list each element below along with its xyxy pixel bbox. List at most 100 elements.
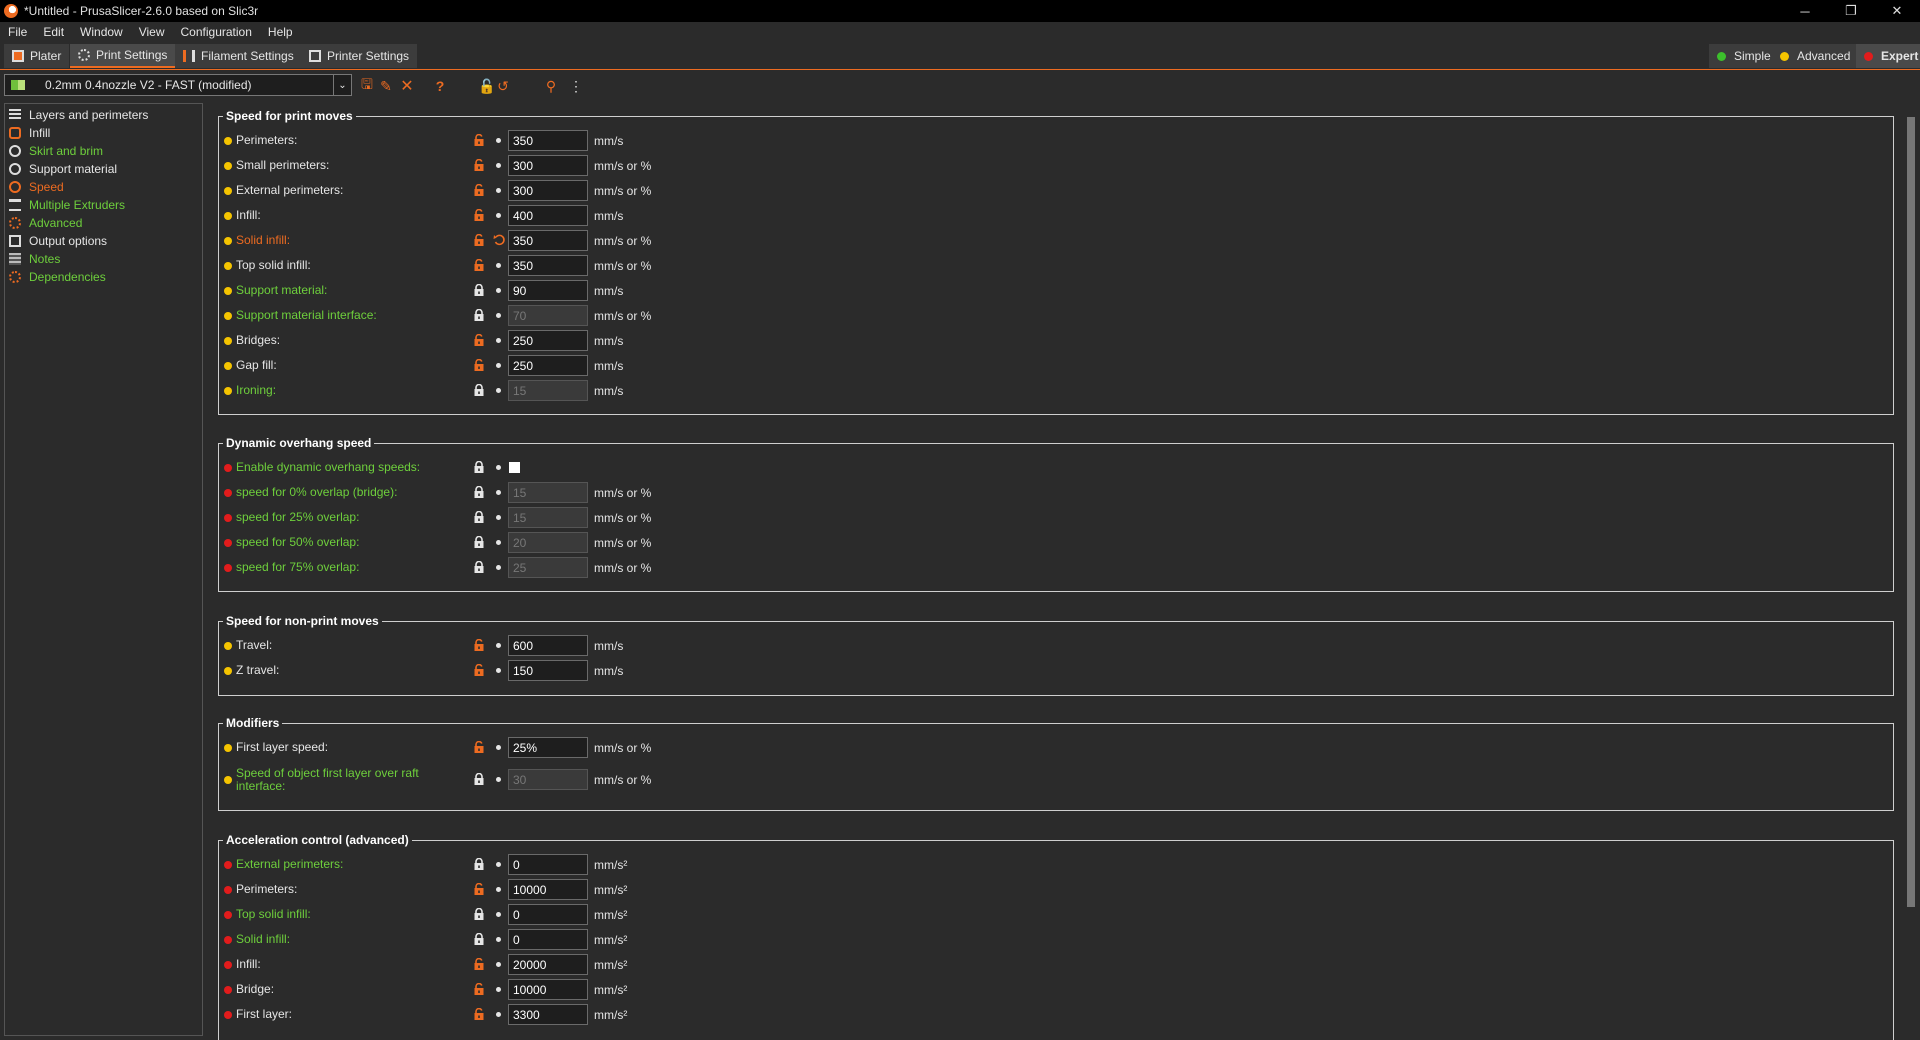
close-button[interactable]: ✕ (1874, 0, 1920, 22)
setting-input[interactable]: 250 (508, 330, 588, 351)
mode-expert-button[interactable]: Expert (1856, 44, 1920, 68)
sidebar-item-advanced[interactable]: Advanced (5, 214, 202, 232)
mode-dot-icon (224, 743, 232, 752)
menu-file[interactable]: File (0, 25, 35, 39)
mode-advanced-button[interactable]: Advanced (1772, 44, 1859, 68)
setting-row: speed for 50% overlap: 20 mm/s or % (224, 532, 924, 553)
undo-legend-icon[interactable]: ↺ (495, 78, 511, 94)
lock-closed-icon[interactable] (473, 510, 485, 523)
setting-input[interactable]: 600 (508, 635, 588, 656)
menu-help[interactable]: Help (260, 25, 301, 39)
tab-print-settings[interactable]: Print Settings (70, 44, 176, 68)
setting-input[interactable]: 150 (508, 660, 588, 681)
lock-open-icon[interactable] (473, 663, 485, 676)
lock-legend-icon[interactable]: 🔓 (478, 78, 495, 94)
setting-input[interactable]: 90 (508, 280, 588, 301)
preset-flag-icon (11, 80, 25, 90)
tab-filament-settings[interactable]: Filament Settings (175, 44, 302, 68)
lock-closed-icon[interactable] (473, 460, 485, 473)
edit-preset-icon[interactable]: ✎ (378, 78, 394, 94)
lock-closed-icon[interactable] (473, 857, 485, 870)
print-settings-icon (78, 49, 90, 61)
sidebar-item-speed[interactable]: Speed (5, 178, 202, 196)
setting-label: Small perimeters: (236, 158, 330, 172)
menu-edit[interactable]: Edit (35, 25, 72, 39)
setting-input[interactable]: 350 (508, 130, 588, 151)
compare-presets-icon[interactable]: ⋮ (568, 78, 584, 94)
lock-open-icon[interactable] (473, 882, 485, 895)
menu-configuration[interactable]: Configuration (173, 25, 260, 39)
lock-open-icon[interactable] (473, 740, 485, 753)
lock-closed-icon[interactable] (473, 907, 485, 920)
system-value-dot-icon (496, 1012, 501, 1017)
setting-input[interactable]: 25% (508, 737, 588, 758)
lock-open-icon[interactable] (473, 158, 485, 171)
lock-open-icon[interactable] (473, 982, 485, 995)
setting-input[interactable]: 10000 (508, 979, 588, 1000)
sidebar-item-label: Layers and perimeters (29, 108, 149, 122)
sidebar-item-infill[interactable]: Infill (5, 124, 202, 142)
lock-open-icon[interactable] (473, 183, 485, 196)
lock-open-icon[interactable] (473, 133, 485, 146)
sidebar-item-notes[interactable]: Notes (5, 250, 202, 268)
setting-input: 25 (508, 557, 588, 578)
search-icon[interactable]: ⚲ (543, 78, 559, 94)
setting-input[interactable]: 20000 (508, 954, 588, 975)
scrollbar-thumb[interactable] (1907, 117, 1915, 907)
sidebar-item-multiple-extruders[interactable]: Multiple Extruders (5, 196, 202, 214)
lock-closed-icon[interactable] (473, 283, 485, 296)
setting-input[interactable]: 0 (508, 904, 588, 925)
setting-input[interactable]: 350 (508, 255, 588, 276)
setting-unit: mm/s or % (594, 536, 652, 550)
lock-closed-icon[interactable] (473, 308, 485, 321)
lock-closed-icon[interactable] (473, 772, 485, 785)
mode-simple-button[interactable]: Simple (1709, 44, 1779, 68)
tab-printer-settings[interactable]: Printer Settings (301, 44, 418, 68)
tab-plater[interactable]: Plater (4, 44, 70, 68)
lock-open-icon[interactable] (473, 1007, 485, 1020)
sidebar-item-output-options[interactable]: Output options (5, 232, 202, 250)
setting-input[interactable]: 10000 (508, 879, 588, 900)
sidebar-item-support-material[interactable]: Support material (5, 160, 202, 178)
vertical-scrollbar[interactable] (1903, 103, 1918, 1040)
setting-input[interactable]: 400 (508, 205, 588, 226)
lock-open-icon[interactable] (473, 358, 485, 371)
setting-input[interactable]: 300 (508, 180, 588, 201)
setting-input[interactable]: 250 (508, 355, 588, 376)
lock-open-icon[interactable] (473, 258, 485, 271)
help-question-icon[interactable]: ? (432, 78, 448, 94)
setting-input[interactable]: 0 (508, 929, 588, 950)
preset-dropdown[interactable]: 0.2mm 0.4nozzle V2 - FAST (modified) ⌄ (4, 74, 352, 96)
lock-open-icon[interactable] (473, 208, 485, 221)
sidebar-item-label: Multiple Extruders (29, 198, 126, 212)
chevron-down-icon[interactable]: ⌄ (333, 75, 351, 95)
delete-preset-icon[interactable]: ✕ (399, 78, 415, 95)
sidebar-item-layers-and-perimeters[interactable]: Layers and perimeters (5, 106, 202, 124)
lock-closed-icon[interactable] (473, 383, 485, 396)
menu-view[interactable]: View (131, 25, 173, 39)
menu-window[interactable]: Window (72, 25, 131, 39)
restore-button[interactable]: ❐ (1828, 0, 1874, 22)
lock-closed-icon[interactable] (473, 932, 485, 945)
lock-open-icon[interactable] (473, 233, 485, 246)
lock-open-icon[interactable] (473, 957, 485, 970)
setting-input[interactable]: 300 (508, 155, 588, 176)
sidebar-item-dependencies[interactable]: Dependencies (5, 268, 202, 286)
lock-closed-icon[interactable] (473, 535, 485, 548)
lock-closed-icon[interactable] (473, 560, 485, 573)
wrench-icon (9, 217, 21, 229)
lock-open-icon[interactable] (473, 638, 485, 651)
setting-input[interactable]: 3300 (508, 1004, 588, 1025)
minimize-button[interactable]: ─ (1782, 0, 1828, 22)
setting-unit: mm/s (594, 664, 624, 678)
setting-input[interactable]: 0 (508, 854, 588, 875)
lock-closed-icon[interactable] (473, 485, 485, 498)
setting-input[interactable]: 350 (508, 230, 588, 251)
lock-open-icon[interactable] (473, 333, 485, 346)
mode-dot-icon (224, 563, 232, 572)
setting-checkbox[interactable] (509, 462, 520, 473)
save-preset-icon[interactable]: 🖫 (359, 76, 375, 94)
undo-arrow-icon[interactable] (493, 234, 505, 246)
setting-row: First layer: 3300 mm/s² (224, 1004, 924, 1025)
sidebar-item-skirt-and-brim[interactable]: Skirt and brim (5, 142, 202, 160)
